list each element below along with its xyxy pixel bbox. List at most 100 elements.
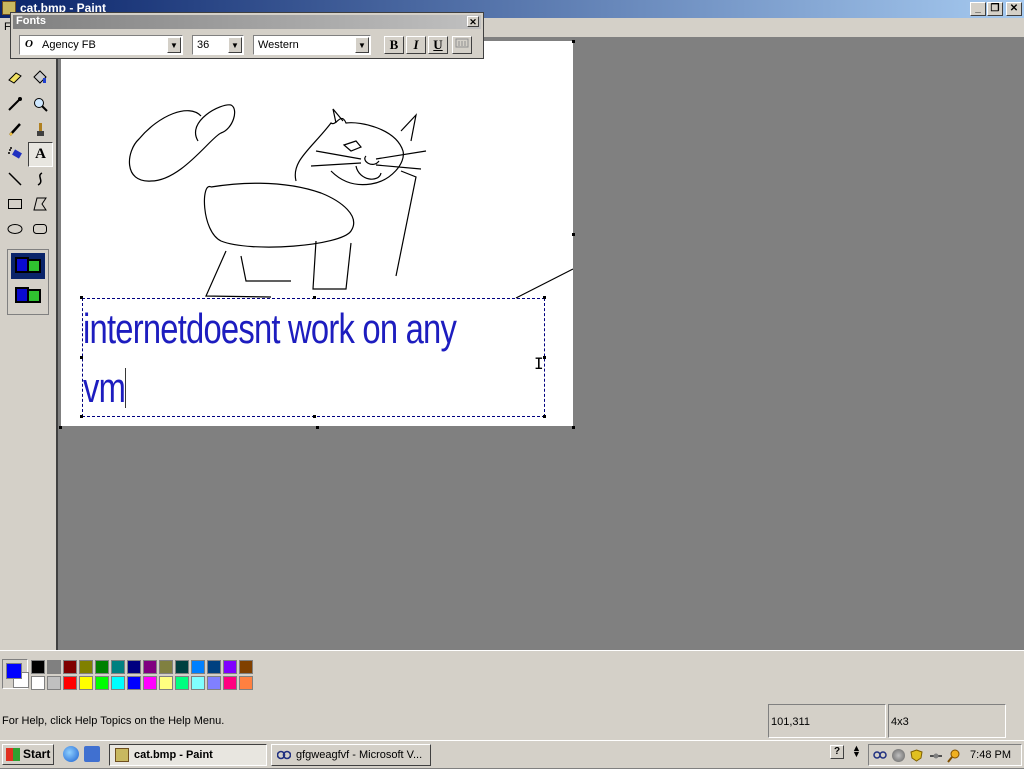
canvas-resize-handle[interactable] (59, 426, 62, 429)
palette-swatch[interactable] (31, 660, 45, 674)
curve-tool[interactable] (28, 167, 51, 190)
canvas-resize-handle[interactable] (572, 233, 575, 236)
canvas-resize-handle[interactable] (572, 426, 575, 429)
bold-button[interactable]: B (384, 36, 404, 54)
windows-logo-icon (6, 748, 20, 761)
palette-swatch[interactable] (47, 676, 61, 690)
palette-swatch[interactable] (63, 676, 77, 690)
chevron-down-icon[interactable]: ▼ (355, 37, 369, 53)
volume-icon[interactable] (892, 749, 905, 762)
text-tool[interactable]: A (28, 142, 53, 167)
color-picker-tool[interactable] (3, 92, 26, 115)
font-size-value: 36 (197, 39, 210, 51)
palette-swatch[interactable] (175, 660, 189, 674)
current-colors (2, 659, 29, 689)
vertical-text-button[interactable] (452, 36, 472, 54)
font-script-value: Western (258, 39, 299, 51)
taskbar-task-virtual-pc[interactable]: gfgweagfvf - Microsoft V... (271, 744, 431, 766)
font-size-select[interactable]: 36 ▼ (192, 35, 244, 55)
text-box-handle[interactable] (313, 296, 316, 299)
canvas-resize-handle[interactable] (572, 40, 575, 43)
close-button[interactable]: ✕ (1006, 2, 1022, 16)
color-box (0, 650, 1024, 702)
palette-swatch[interactable] (207, 676, 221, 690)
foreground-color-swatch[interactable] (6, 663, 22, 679)
magnifier-tool[interactable] (28, 92, 51, 115)
chevron-down-icon[interactable]: ▼ (228, 37, 242, 53)
outlook-express-icon[interactable] (84, 746, 100, 762)
help-icon[interactable]: ? (830, 745, 844, 759)
chevron-down-icon[interactable]: ▼ (167, 37, 181, 53)
palette-swatch[interactable] (47, 660, 61, 674)
palette-swatch[interactable] (175, 676, 189, 690)
palette-swatch[interactable] (95, 660, 109, 674)
search-icon[interactable] (947, 749, 960, 763)
palette-swatch[interactable] (127, 676, 141, 690)
palette-swatch[interactable] (143, 676, 157, 690)
rectangle-tool[interactable] (3, 192, 26, 215)
text-box-handle[interactable] (313, 415, 316, 418)
palette-swatch[interactable] (127, 660, 141, 674)
fonts-toolbar[interactable]: Fonts ✕ O Agency FB ▼ 36 ▼ Western ▼ B I… (10, 12, 484, 59)
minimize-button[interactable]: _ (970, 2, 986, 16)
text-box-handle[interactable] (80, 296, 83, 299)
underline-button[interactable]: U (428, 36, 448, 54)
internet-explorer-icon[interactable] (63, 746, 79, 762)
font-name-select[interactable]: O Agency FB ▼ (19, 35, 183, 55)
palette-swatch[interactable] (143, 660, 157, 674)
fill-tool[interactable] (28, 65, 51, 88)
security-shield-icon[interactable] (910, 749, 923, 762)
rounded-rectangle-tool[interactable] (28, 217, 51, 240)
status-bar: For Help, click Help Topics on the Help … (0, 702, 1024, 740)
tool-options-box (7, 249, 49, 315)
palette-swatch[interactable] (63, 660, 77, 674)
palette-swatch[interactable] (111, 676, 125, 690)
palette-swatch[interactable] (207, 660, 221, 674)
ellipse-icon (7, 223, 22, 234)
rounded-rectangle-icon (32, 223, 47, 234)
pencil-icon (8, 122, 21, 136)
text-box-handle[interactable] (80, 356, 83, 359)
polygon-tool[interactable] (28, 192, 51, 215)
palette-swatch[interactable] (239, 660, 253, 674)
vertical-text-icon (455, 38, 469, 48)
task-label: cat.bmp - Paint (134, 749, 213, 761)
text-box-handle[interactable] (543, 415, 546, 418)
text-entry-box[interactable]: internetdoesnt work on any vm (82, 298, 545, 417)
start-button[interactable]: Start (2, 744, 54, 765)
font-script-select[interactable]: Western ▼ (253, 35, 371, 55)
brush-tool[interactable] (28, 117, 51, 140)
text-box-handle[interactable] (543, 296, 546, 299)
line-icon (7, 171, 22, 186)
palette-swatch[interactable] (95, 676, 109, 690)
canvas-resize-handle[interactable] (316, 426, 319, 429)
palette-swatch[interactable] (159, 676, 173, 690)
palette-swatch[interactable] (159, 660, 173, 674)
palette-swatch[interactable] (223, 676, 237, 690)
fonts-close-button[interactable]: ✕ (467, 16, 479, 27)
restore-button[interactable]: ❐ (987, 2, 1003, 16)
italic-button[interactable]: I (406, 36, 426, 54)
taskbar-task-paint[interactable]: cat.bmp - Paint (109, 744, 267, 766)
palette-swatch[interactable] (79, 660, 93, 674)
text-box-handle[interactable] (80, 415, 83, 418)
airbrush-tool[interactable] (3, 142, 26, 165)
palette-swatch[interactable] (31, 676, 45, 690)
palette-swatch[interactable] (223, 660, 237, 674)
pencil-tool[interactable] (3, 117, 26, 140)
ellipse-tool[interactable] (3, 217, 26, 240)
opaque-background-option[interactable] (11, 253, 45, 279)
eraser-tool[interactable] (3, 65, 26, 88)
line-tool[interactable] (3, 167, 26, 190)
palette-swatch[interactable] (239, 676, 253, 690)
palette-swatch[interactable] (79, 676, 93, 690)
fonts-toolbar-caption[interactable]: Fonts ✕ (13, 15, 481, 29)
palette-swatch[interactable] (191, 660, 205, 674)
transparent-background-option[interactable] (11, 283, 45, 309)
network-icon[interactable] (929, 749, 942, 762)
scroll-arrows-icon[interactable]: ▲ ▼ (852, 744, 865, 759)
palette-swatch[interactable] (111, 660, 125, 674)
palette-swatch[interactable] (191, 676, 205, 690)
virtual-pc-tray-icon[interactable] (873, 749, 887, 762)
rectangle-icon (7, 198, 22, 209)
